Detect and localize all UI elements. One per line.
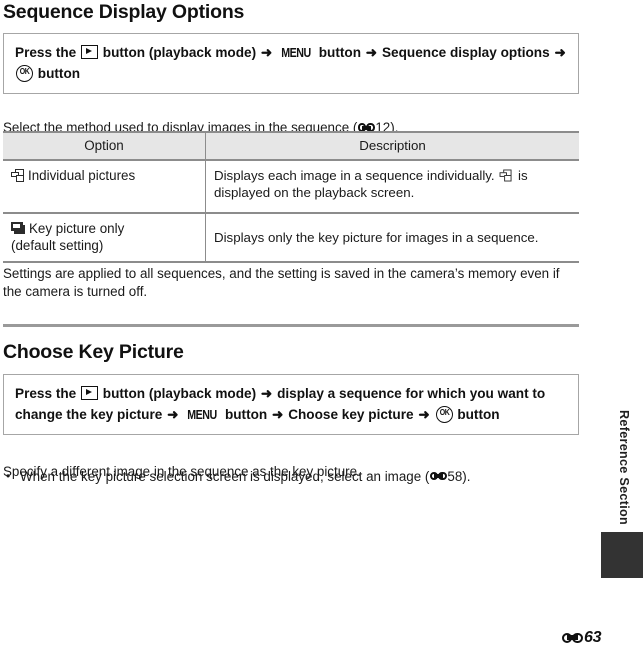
reference-mark-icon-footer — [561, 632, 583, 644]
description-text-before: Displays each image in a sequence indivi… — [214, 168, 499, 183]
instruction2-text-prefix: Press the — [15, 386, 77, 401]
manual-page: Sequence Display Options Press the butto… — [0, 0, 643, 658]
arrow-right-icon-2: ➜ — [365, 45, 378, 60]
instruction2-step-display-sequence: display a sequence for which you want to — [277, 386, 546, 401]
page-footer: 63 — [561, 629, 602, 647]
arrow-right-icon-4: ➜ — [260, 386, 273, 401]
table-cell-option-key-picture-only: Key picture only (default setting) — [3, 213, 206, 263]
instruction-text-prefix: Press the — [15, 45, 77, 60]
individual-pictures-icon-inline — [499, 169, 513, 182]
bullet-text-before: When the key picture selection screen is… — [20, 469, 430, 484]
table-row: Individual pictures Displays each image … — [3, 160, 579, 214]
instruction2-text-mid1: button (playback mode) — [102, 386, 257, 401]
table-header-option: Option — [3, 131, 206, 161]
side-chapter-tab — [601, 532, 643, 578]
ok-button-icon — [16, 64, 33, 82]
instruction2-step-change-key-picture: change the key picture — [15, 407, 163, 422]
instruction2-text-suffix: button — [457, 407, 500, 422]
section-divider — [3, 324, 579, 327]
playback-button-icon-2 — [81, 386, 98, 401]
key-picture-icon — [11, 221, 25, 235]
arrow-right-icon-6: ➜ — [272, 407, 284, 422]
table-header-row: Option Description — [3, 131, 579, 161]
arrow-right-icon-7: ➜ — [418, 407, 430, 422]
instruction-text-mid2: button — [318, 45, 362, 60]
page-title-choose-key-picture: Choose Key Picture — [3, 341, 184, 363]
settings-note-paragraph: Settings are applied to all sequences, a… — [3, 266, 560, 300]
option-label-key-picture-only: Key picture only — [29, 221, 125, 236]
table-row: Key picture only (default setting) Displ… — [3, 213, 579, 263]
arrow-right-icon-1: ➜ — [260, 45, 273, 60]
arrow-right-icon-5: ➜ — [167, 407, 179, 422]
menu-button-icon-2: MENU — [187, 407, 218, 422]
playback-button-icon — [81, 45, 98, 60]
page-number: 63 — [584, 629, 602, 646]
table-cell-description-individual-pictures: Displays each image in a sequence indivi… — [205, 160, 579, 214]
ok-button-icon-2 — [435, 405, 453, 423]
bullet-reference-page: 58 — [447, 469, 463, 484]
option-sublabel-default-setting: (default setting) — [11, 238, 104, 253]
option-label-individual-pictures: Individual pictures — [28, 168, 136, 183]
reference-mark-icon-inline-2 — [429, 471, 447, 481]
choose-key-picture-bullet-list: When the key picture selection screen is… — [3, 467, 579, 486]
menu-button-icon: MENU — [281, 45, 311, 60]
table-cell-option-individual-pictures: Individual pictures — [3, 160, 206, 214]
sequence-display-options-table: Option Description Individual pictures D… — [3, 131, 579, 263]
table-cell-description-key-picture-only: Displays only the key picture for images… — [205, 213, 579, 263]
bullet-text-after: ). — [462, 469, 471, 484]
instruction2-menu-option: Choose key picture — [288, 407, 414, 422]
page-title-sequence-display-options: Sequence Display Options — [3, 1, 245, 23]
instruction-box-sequence-display-options: Press the button (playback mode) ➜ MENU … — [3, 33, 579, 94]
list-item: When the key picture selection screen is… — [3, 467, 579, 486]
instruction-menu-option: Sequence display options — [381, 45, 550, 60]
instruction-text-suffix: button — [37, 66, 81, 81]
instruction2-text-mid2: button — [224, 407, 268, 422]
instruction-box-choose-key-picture: Press the button (playback mode) ➜ displ… — [3, 374, 579, 435]
arrow-right-icon-3: ➜ — [554, 45, 566, 60]
instruction-text-mid1: button (playback mode) — [102, 45, 257, 60]
side-label-reference-section: Reference Section — [617, 410, 631, 525]
individual-pictures-icon — [11, 168, 25, 182]
table-header-description: Description — [205, 131, 579, 161]
